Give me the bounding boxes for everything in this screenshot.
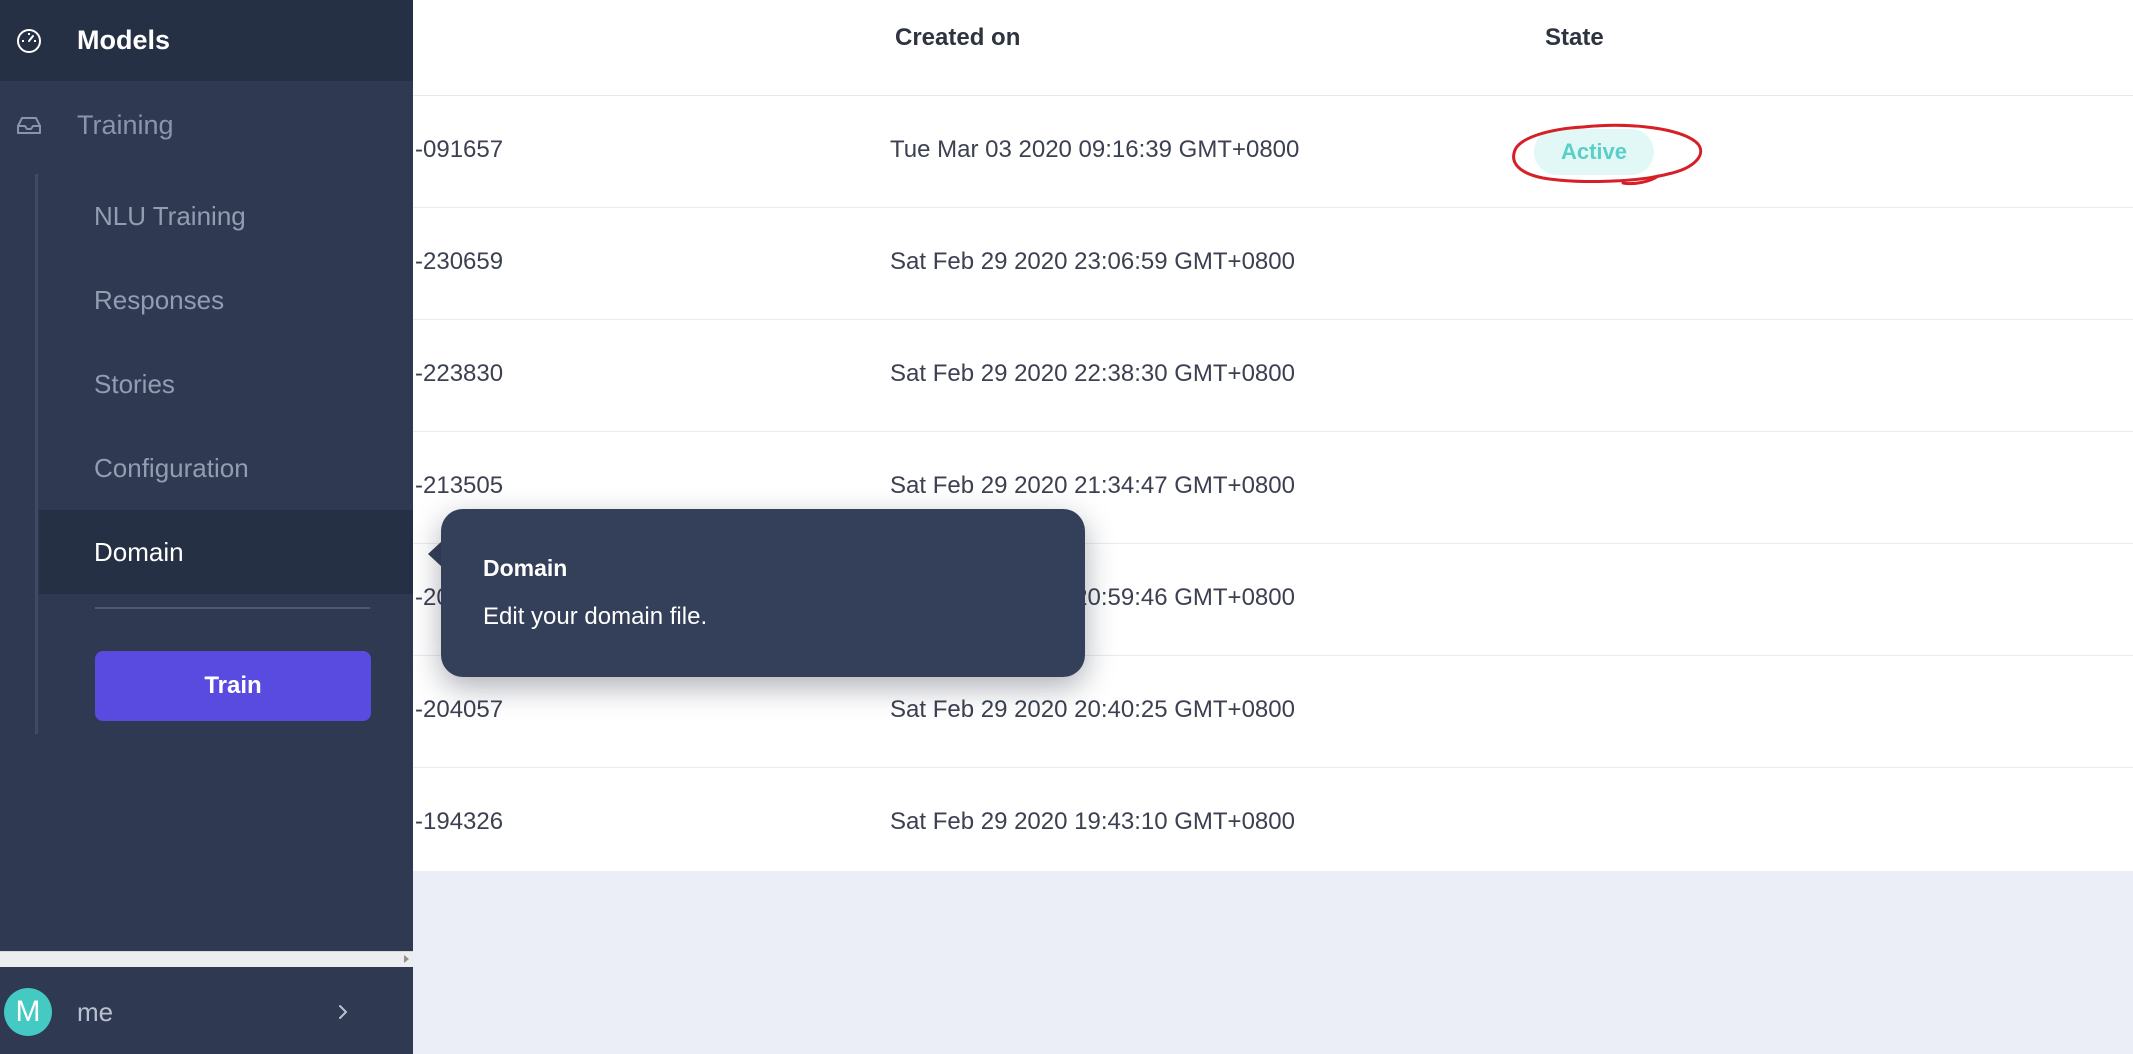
sidebar-divider <box>95 607 370 609</box>
submenu-guide-line <box>35 174 38 734</box>
column-header-created-on[interactable]: Created on <box>895 24 1020 52</box>
tooltip-title: Domain <box>483 555 568 581</box>
model-name: -204057 <box>415 696 504 723</box>
created-on: Tue Mar 03 2020 09:16:39 GMT+0800 <box>890 136 1300 163</box>
tooltip-body: Edit your domain file. <box>483 603 708 630</box>
nav-item-training[interactable]: Training <box>0 85 413 165</box>
model-name: -230659 <box>415 248 504 275</box>
models-table: Created on State -091657 Tue Mar 03 2020… <box>413 0 2133 871</box>
table-row[interactable]: -230659 Sat Feb 29 2020 23:06:59 GMT+080… <box>413 208 2133 320</box>
created-on: Sat Feb 29 2020 21:34:47 GMT+0800 <box>890 472 1295 499</box>
sidebar-item-stories[interactable]: Stories <box>39 342 413 426</box>
model-name: -213505 <box>415 472 504 499</box>
sidebar: Models Training NLU Training Responses S… <box>0 0 413 1054</box>
chevron-right-icon[interactable] <box>332 1001 354 1023</box>
scroll-right-arrow-icon[interactable] <box>404 955 409 963</box>
nav-item-training-label: Training <box>77 109 174 140</box>
model-name: -194326 <box>415 808 504 835</box>
model-name: -091657 <box>415 136 504 163</box>
created-on: Sat Feb 29 2020 23:06:59 GMT+0800 <box>890 248 1295 275</box>
created-on: Sat Feb 29 2020 20:40:25 GMT+0800 <box>890 696 1295 723</box>
sidebar-item-domain[interactable]: Domain <box>39 510 413 594</box>
horizontal-scrollbar[interactable] <box>0 951 413 967</box>
nav-item-models[interactable]: Models <box>0 0 413 81</box>
sidebar-item-nlu-training[interactable]: NLU Training <box>39 174 413 258</box>
table-row[interactable]: -223830 Sat Feb 29 2020 22:38:30 GMT+080… <box>413 320 2133 432</box>
model-name: -223830 <box>415 360 504 387</box>
column-header-state[interactable]: State <box>1545 24 1604 52</box>
created-on: Sat Feb 29 2020 19:43:10 GMT+0800 <box>890 808 1295 835</box>
train-button[interactable]: Train <box>95 651 371 721</box>
user-name: me <box>77 996 114 1027</box>
red-circle-annotation <box>1512 123 1703 186</box>
user-menu[interactable]: M me <box>0 970 413 1054</box>
tooltip-arrow <box>428 541 442 567</box>
nav-item-models-label: Models <box>77 25 171 55</box>
avatar: M <box>4 988 52 1036</box>
created-on: Sat Feb 29 2020 22:38:30 GMT+0800 <box>890 360 1295 387</box>
table-header: Created on State <box>413 0 2133 96</box>
inbox-icon <box>17 117 41 134</box>
domain-tooltip: Domain Edit your domain file. <box>441 509 1085 677</box>
sidebar-item-responses[interactable]: Responses <box>39 258 413 342</box>
sidebar-item-configuration[interactable]: Configuration <box>39 426 413 510</box>
table-row[interactable]: -091657 Tue Mar 03 2020 09:16:39 GMT+080… <box>413 96 2133 208</box>
dashboard-gauge-icon <box>17 28 41 53</box>
table-row[interactable]: -194326 Sat Feb 29 2020 19:43:10 GMT+080… <box>413 768 2133 871</box>
